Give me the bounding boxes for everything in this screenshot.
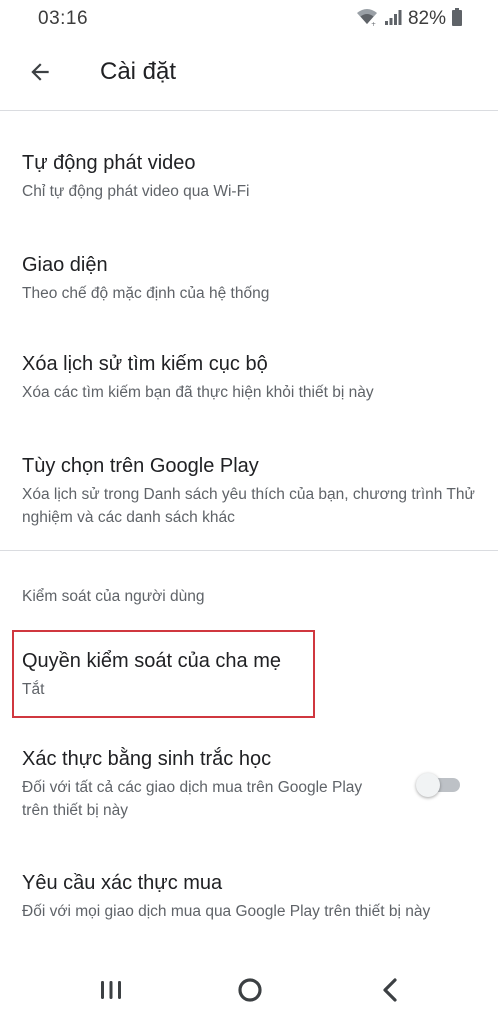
svg-text:+: + xyxy=(371,21,376,26)
setting-subtitle: Theo chế độ mặc định của hệ thống xyxy=(22,285,270,302)
setting-subtitle: Đối với tất cả các giao dịch mua trên Go… xyxy=(22,779,363,819)
setting-subtitle: Chỉ tự động phát video qua Wi-Fi xyxy=(22,183,250,200)
setting-clear-search-history[interactable]: Xóa lịch sử tìm kiếm cục bộ Xóa các tìm … xyxy=(22,351,482,404)
section-divider xyxy=(0,550,498,551)
setting-autoplay-video[interactable]: Tự động phát video Chỉ tự động phát vide… xyxy=(22,150,482,203)
setting-subtitle: Xóa các tìm kiếm bạn đã thực hiện khỏi t… xyxy=(22,384,374,401)
setting-title: Tùy chọn trên Google Play xyxy=(22,455,259,477)
setting-google-play-options[interactable]: Tùy chọn trên Google Play Xóa lịch sử tr… xyxy=(22,453,477,529)
back-button[interactable] xyxy=(20,54,60,94)
app-bar: Cài đặt xyxy=(0,38,498,110)
arrow-back-icon xyxy=(27,59,53,90)
setting-biometric-auth[interactable]: Xác thực bằng sinh trắc học Đối với tất … xyxy=(22,746,392,822)
battery-icon xyxy=(452,7,462,31)
status-icons: + 82% xyxy=(356,7,462,31)
setting-theme[interactable]: Giao diện Theo chế độ mặc định của hệ th… xyxy=(22,252,482,305)
settings-screen: 03:16 + 82% Cài đặt Tự động phát video C… xyxy=(0,0,498,1024)
signal-icon xyxy=(384,8,402,31)
recent-apps-icon xyxy=(98,978,124,1007)
setting-title: Xác thực bằng sinh trắc học xyxy=(22,748,272,770)
setting-subtitle: Đối với mọi giao dịch mua qua Google Pla… xyxy=(22,903,431,920)
status-bar: 03:16 + 82% xyxy=(0,0,498,38)
setting-title: Yêu cầu xác thực mua xyxy=(22,872,223,894)
biometric-toggle[interactable] xyxy=(416,772,460,798)
setting-title: Giao diện xyxy=(22,254,108,276)
home-icon xyxy=(236,976,264,1009)
setting-title: Xóa lịch sử tìm kiếm cục bộ xyxy=(22,353,268,375)
section-label-user-controls: Kiểm soát của người dùng xyxy=(22,588,205,605)
wifi-icon: + xyxy=(356,8,378,31)
setting-subtitle: Xóa lịch sử trong Danh sách yêu thích củ… xyxy=(22,486,475,526)
navigation-bar xyxy=(0,960,498,1024)
setting-parental-controls[interactable]: Quyền kiểm soát của cha mẹ Tắt xyxy=(22,648,312,701)
setting-purchase-auth[interactable]: Yêu cầu xác thực mua Đối với mọi giao dị… xyxy=(22,870,487,923)
battery-percent: 82% xyxy=(407,8,446,29)
app-bar-divider xyxy=(0,110,498,111)
back-icon xyxy=(380,977,400,1008)
recent-apps-button[interactable] xyxy=(87,970,135,1014)
setting-title: Tự động phát video xyxy=(22,152,196,174)
setting-subtitle: Tắt xyxy=(22,681,45,698)
toggle-thumb xyxy=(416,773,440,797)
setting-title: Quyền kiểm soát của cha mẹ xyxy=(22,650,282,672)
page-title: Cài đặt xyxy=(100,58,177,85)
home-button[interactable] xyxy=(226,970,274,1014)
nav-back-button[interactable] xyxy=(366,970,414,1014)
status-time: 03:16 xyxy=(38,8,89,29)
